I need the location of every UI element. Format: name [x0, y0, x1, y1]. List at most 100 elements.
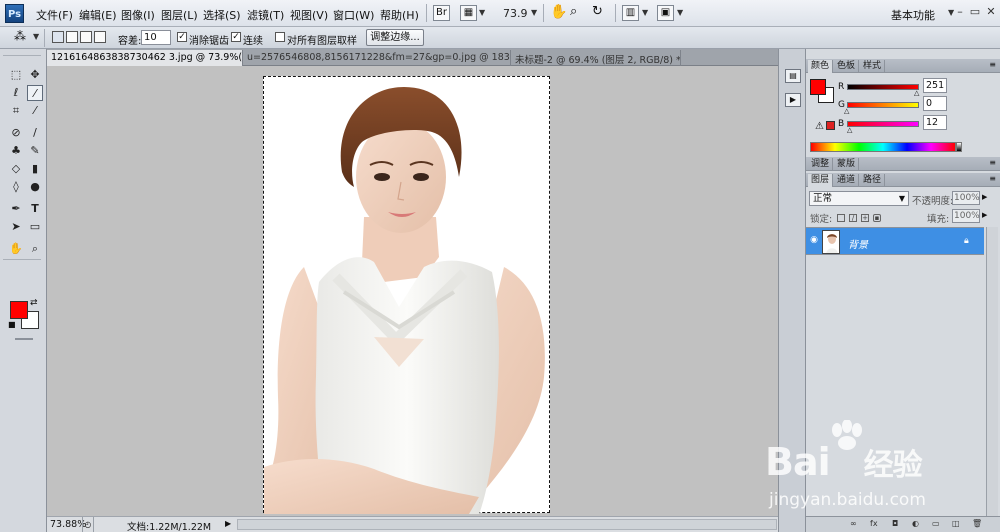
link-layers-icon[interactable]: ∞ — [850, 519, 857, 528]
default-colors-icon[interactable]: ■ — [8, 320, 16, 329]
zoom-tool-icon[interactable]: ⌕ — [570, 4, 577, 19]
zoom-tool-icon[interactable]: ⌕ — [27, 241, 43, 257]
opacity-arrow-icon[interactable]: ▶ — [982, 193, 987, 201]
foreground-color-swatch[interactable] — [10, 301, 28, 319]
magic-wand-preset-icon[interactable]: ⁂ — [14, 29, 26, 43]
tab-document-1[interactable]: 1216164863838730462 3.jpg @ 73.9%(RGB/8)… — [47, 50, 243, 66]
close-icon[interactable]: ✕ — [983, 5, 999, 19]
eyedropper-tool-icon[interactable]: ⁄ — [27, 103, 43, 119]
minimize-icon[interactable]: – — [952, 5, 968, 19]
lock-position-icon[interactable]: + — [861, 214, 869, 222]
menu-image[interactable]: 图像(I) — [121, 7, 155, 23]
clone-stamp-tool-icon[interactable]: ♣ — [8, 143, 24, 159]
brush-tool-icon[interactable]: / — [27, 125, 43, 141]
menu-layer[interactable]: 图层(L) — [161, 7, 198, 23]
tab-styles[interactable]: 样式 — [860, 60, 886, 73]
layer-mask-icon[interactable]: ◘ — [892, 519, 898, 528]
green-slider[interactable] — [847, 102, 919, 108]
out-of-gamut-warning-icon[interactable]: ⚠ — [815, 121, 824, 132]
color-panel-foreground-swatch[interactable] — [810, 79, 826, 95]
intersect-selection-icon[interactable] — [94, 31, 106, 43]
eye-icon[interactable]: ◉ — [808, 235, 820, 247]
tab-color[interactable]: 颜色 — [808, 60, 834, 73]
tab-channels[interactable]: 通道 — [834, 174, 860, 187]
tolerance-input[interactable]: 10 — [141, 30, 171, 45]
move-tool-icon[interactable]: ✥ — [27, 67, 43, 83]
blend-mode-select[interactable]: 正常 ▼ — [809, 191, 909, 206]
menu-file[interactable]: 文件(F) — [36, 7, 73, 23]
gradient-tool-icon[interactable]: ▮ — [27, 161, 43, 177]
screen-mode-icon[interactable]: ▣ — [657, 5, 674, 21]
eraser-tool-icon[interactable]: ◇ — [8, 161, 24, 177]
horizontal-scrollbar[interactable] — [237, 519, 777, 530]
menu-select[interactable]: 选择(S) — [203, 7, 241, 23]
panel-menu-icon[interactable]: ≡ — [989, 60, 996, 69]
tab-layers[interactable]: 图层 — [808, 174, 834, 187]
add-to-selection-icon[interactable] — [66, 31, 78, 43]
document-canvas[interactable] — [263, 76, 550, 514]
panel-menu-icon[interactable]: ≡ — [989, 158, 996, 167]
hand-tool-icon[interactable]: ✋ — [550, 4, 567, 20]
actions-panel-icon[interactable]: ▶ — [785, 93, 801, 107]
canvas-area[interactable] — [47, 66, 778, 516]
swap-colors-icon[interactable]: ⇄ — [30, 298, 38, 308]
gamut-color-swatch[interactable] — [826, 121, 835, 130]
contiguous-checkbox[interactable]: ✓ — [231, 32, 241, 42]
menu-help[interactable]: 帮助(H) — [380, 7, 419, 23]
zoom-status[interactable]: 73.88% — [50, 519, 86, 530]
bridge-icon[interactable]: Br — [433, 5, 450, 21]
layers-scrollbar[interactable] — [986, 227, 998, 517]
new-selection-icon[interactable] — [52, 31, 64, 43]
chevron-down-icon[interactable]: ▼ — [33, 32, 39, 41]
workspace-switcher[interactable]: 基本功能 — [891, 7, 935, 23]
extras-icon[interactable]: ▦ — [460, 5, 477, 21]
tab-swatches[interactable]: 色板 — [834, 60, 860, 73]
magic-wand-tool-icon[interactable]: ⁄ — [27, 85, 43, 101]
red-slider[interactable] — [847, 84, 919, 90]
color-spectrum-bar[interactable] — [810, 142, 956, 152]
slider-knob-icon[interactable]: △ — [847, 126, 852, 134]
lock-transparency-icon[interactable] — [837, 214, 845, 222]
type-tool-icon[interactable]: T — [27, 201, 43, 217]
refine-edge-button[interactable]: 调整边缘... — [366, 29, 424, 46]
menu-view[interactable]: 视图(V) — [290, 7, 328, 23]
lasso-tool-icon[interactable]: ℓ — [8, 85, 24, 101]
fill-input[interactable]: 100% — [952, 209, 980, 223]
subtract-from-selection-icon[interactable] — [80, 31, 92, 43]
green-value-input[interactable]: 0 — [923, 96, 947, 111]
delete-layer-icon[interactable]: 🗑︎ — [972, 519, 982, 528]
tab-paths[interactable]: 路径 — [860, 174, 886, 187]
red-value-input[interactable]: 251 — [923, 78, 947, 93]
adjustment-layer-icon[interactable]: ◐ — [912, 519, 919, 528]
sample-all-layers-checkbox[interactable] — [275, 32, 285, 42]
tab-document-2[interactable]: u=2576546808,8156171228&fm=27&gp=0.jpg @… — [243, 50, 511, 66]
marquee-tool-icon[interactable]: ⬚ — [8, 67, 24, 83]
spectrum-bw-strip[interactable] — [956, 142, 962, 152]
blur-tool-icon[interactable]: ◊ — [8, 179, 24, 195]
shape-tool-icon[interactable]: ▭ — [27, 219, 43, 235]
status-info-icon[interactable]: ◴ — [82, 517, 94, 532]
menu-window[interactable]: 窗口(W) — [333, 7, 374, 23]
new-group-icon[interactable]: ▭ — [932, 519, 940, 528]
path-selection-tool-icon[interactable]: ➤ — [8, 219, 24, 235]
menu-edit[interactable]: 编辑(E) — [79, 7, 117, 23]
layer-row-background[interactable]: ◉ 背景 🔒︎ — [806, 227, 984, 255]
lock-all-icon[interactable]: ▪ — [873, 214, 881, 222]
opacity-input[interactable]: 100% — [952, 191, 980, 205]
layer-thumbnail[interactable] — [822, 230, 840, 254]
chevron-down-icon[interactable]: ▼ — [479, 8, 485, 17]
lock-pixels-icon[interactable]: / — [849, 214, 857, 222]
history-panel-icon[interactable]: ▤ — [785, 69, 801, 83]
quick-mask-icon[interactable] — [15, 338, 33, 340]
new-layer-icon[interactable]: ◫ — [952, 519, 960, 528]
tab-document-3[interactable]: 未标题-2 @ 69.4% (图层 2, RGB/8) *× — [511, 50, 681, 66]
rotate-view-icon[interactable]: ↻ — [592, 4, 603, 19]
chevron-down-icon[interactable]: ▼ — [677, 8, 683, 17]
arrange-documents-icon[interactable]: ▥ — [622, 5, 639, 21]
dodge-tool-icon[interactable]: ● — [27, 179, 43, 195]
fill-arrow-icon[interactable]: ▶ — [982, 211, 987, 219]
blue-value-input[interactable]: 12 — [923, 115, 947, 130]
panel-menu-icon[interactable]: ≡ — [989, 174, 996, 183]
pen-tool-icon[interactable]: ✒ — [8, 201, 24, 217]
tab-masks[interactable]: 蒙版 — [834, 158, 860, 171]
